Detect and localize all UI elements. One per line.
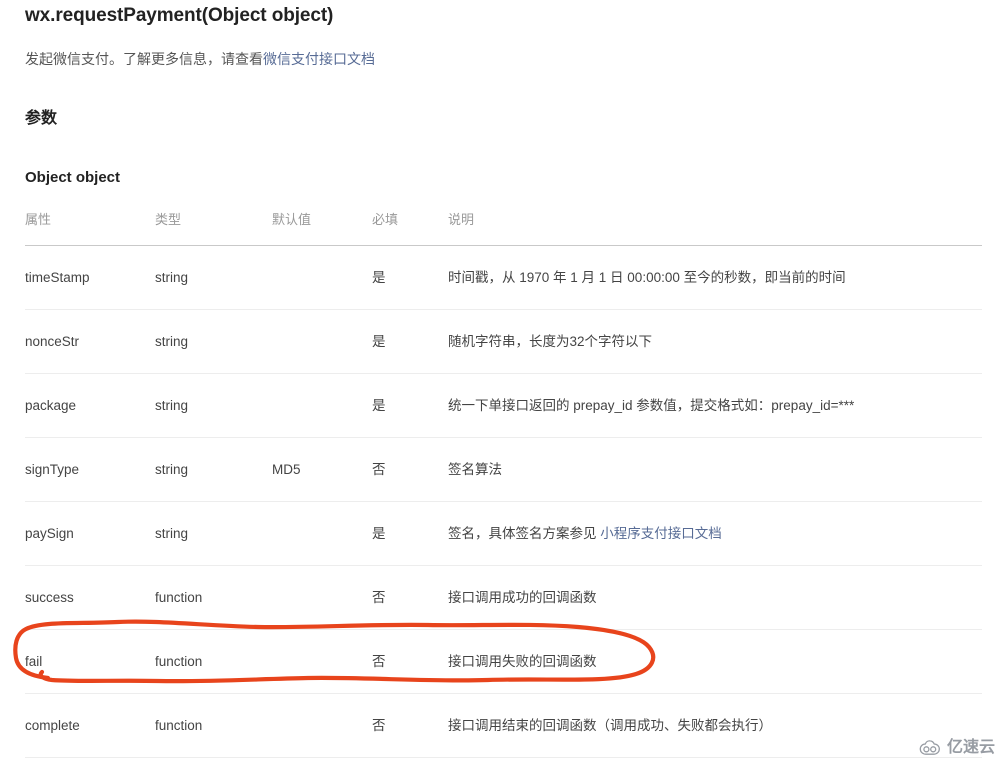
description-text: 接口调用结束的回调函数（调用成功、失败都会执行） — [448, 718, 772, 733]
cell-required: 是 — [372, 501, 448, 566]
cell-description: 随机字符串，长度为32个字符以下 — [448, 309, 982, 374]
sub-heading-object: Object object — [25, 169, 121, 186]
cell-attribute: fail — [25, 629, 155, 694]
cell-default — [272, 245, 372, 310]
description-text: 签名算法 — [448, 462, 502, 477]
table-row: nonceStr string 是随机字符串，长度为32个字符以下 — [25, 309, 982, 374]
page-title: wx.requestPayment(Object object) — [25, 5, 334, 26]
cell-required: 否 — [372, 629, 448, 694]
description-text: 时间戳，从 1970 年 1 月 1 日 00:00:00 至今的秒数，即当前的… — [448, 270, 846, 285]
miniprogram-pay-doc-link[interactable]: 小程序支付接口文档 — [600, 526, 722, 541]
cell-description: 时间戳，从 1970 年 1 月 1 日 00:00:00 至今的秒数，即当前的… — [448, 245, 982, 310]
cell-type: string — [155, 309, 272, 374]
table-row: timeStamp string 是时间戳，从 1970 年 1 月 1 日 00:… — [25, 245, 982, 310]
cell-attribute: success — [25, 565, 155, 630]
table-row: signType string MD5 否签名算法 — [25, 437, 982, 502]
watermark-text: 亿速云 — [947, 739, 996, 756]
cell-description: 接口调用结束的回调函数（调用成功、失败都会执行） — [448, 693, 982, 758]
cell-type: string — [155, 501, 272, 566]
cell-attribute: timeStamp — [25, 245, 155, 310]
cell-default — [272, 693, 372, 758]
cell-default — [272, 629, 372, 694]
table-row: fail function 否接口调用失败的回调函数 — [25, 629, 982, 694]
description-text: 接口调用失败的回调函数 — [448, 654, 597, 669]
cell-required: 是 — [372, 373, 448, 438]
doc-page: wx.requestPayment(Object object) 发起微信支付。… — [0, 0, 1007, 766]
column-header-type: 类型 — [155, 209, 272, 246]
column-header-description: 说明 — [448, 209, 982, 246]
table-body: timeStamp string 是时间戳，从 1970 年 1 月 1 日 00:… — [25, 245, 982, 758]
table-row: paySign string 是签名，具体签名方案参见 小程序支付接口文档 — [25, 501, 982, 566]
cloud-logo-icon — [919, 739, 940, 755]
intro-paragraph: 发起微信支付。了解更多信息，请查看微信支付接口文档 — [25, 48, 375, 70]
table-row: success function 否接口调用成功的回调函数 — [25, 565, 982, 630]
cell-type: function — [155, 565, 272, 630]
cell-type: string — [155, 437, 272, 502]
cell-attribute: paySign — [25, 501, 155, 566]
cell-required: 否 — [372, 693, 448, 758]
cell-attribute: complete — [25, 693, 155, 758]
cell-type: string — [155, 373, 272, 438]
cell-description: 签名，具体签名方案参见 小程序支付接口文档 — [448, 501, 982, 566]
wechat-pay-doc-link[interactable]: 微信支付接口文档 — [263, 51, 375, 67]
cell-default — [272, 501, 372, 566]
cell-description: 接口调用失败的回调函数 — [448, 629, 982, 694]
table-row: package string 是统一下单接口返回的 prepay_id 参数值，提交… — [25, 373, 982, 438]
column-header-required: 必填 — [372, 209, 448, 246]
cell-attribute: signType — [25, 437, 155, 502]
cell-type: function — [155, 629, 272, 694]
description-text: 签名，具体签名方案参见 — [448, 526, 601, 541]
cell-required: 是 — [372, 245, 448, 310]
watermark: 亿速云 — [919, 739, 995, 757]
cell-required: 是 — [372, 309, 448, 374]
cell-default: MD5 — [272, 437, 372, 502]
column-header-attribute: 属性 — [25, 209, 155, 246]
cell-required: 否 — [372, 565, 448, 630]
description-text: 统一下单接口返回的 prepay_id 参数值，提交格式如：prepay_id=… — [448, 398, 855, 413]
cell-attribute: package — [25, 373, 155, 438]
cell-type: string — [155, 245, 272, 310]
cell-default — [272, 565, 372, 630]
cell-description: 签名算法 — [448, 437, 982, 502]
intro-text: 发起微信支付。了解更多信息，请查看 — [25, 51, 263, 67]
column-header-default: 默认值 — [272, 209, 372, 246]
table-header-row: 属性 类型 默认值 必填 说明 — [25, 209, 982, 246]
parameters-table: 属性 类型 默认值 必填 说明 timeStamp string 是时间戳，从 19… — [25, 209, 982, 758]
cell-required: 否 — [372, 437, 448, 502]
cell-default — [272, 309, 372, 374]
cell-attribute: nonceStr — [25, 309, 155, 374]
cell-default — [272, 373, 372, 438]
description-text: 随机字符串，长度为32个字符以下 — [448, 334, 653, 349]
cell-description: 统一下单接口返回的 prepay_id 参数值，提交格式如：prepay_id=… — [448, 373, 982, 438]
table-row: complete function 否接口调用结束的回调函数（调用成功、失败都会执行… — [25, 693, 982, 758]
cell-type: function — [155, 693, 272, 758]
section-heading-params: 参数 — [25, 110, 58, 127]
description-text: 接口调用成功的回调函数 — [448, 590, 597, 605]
cell-description: 接口调用成功的回调函数 — [448, 565, 982, 630]
